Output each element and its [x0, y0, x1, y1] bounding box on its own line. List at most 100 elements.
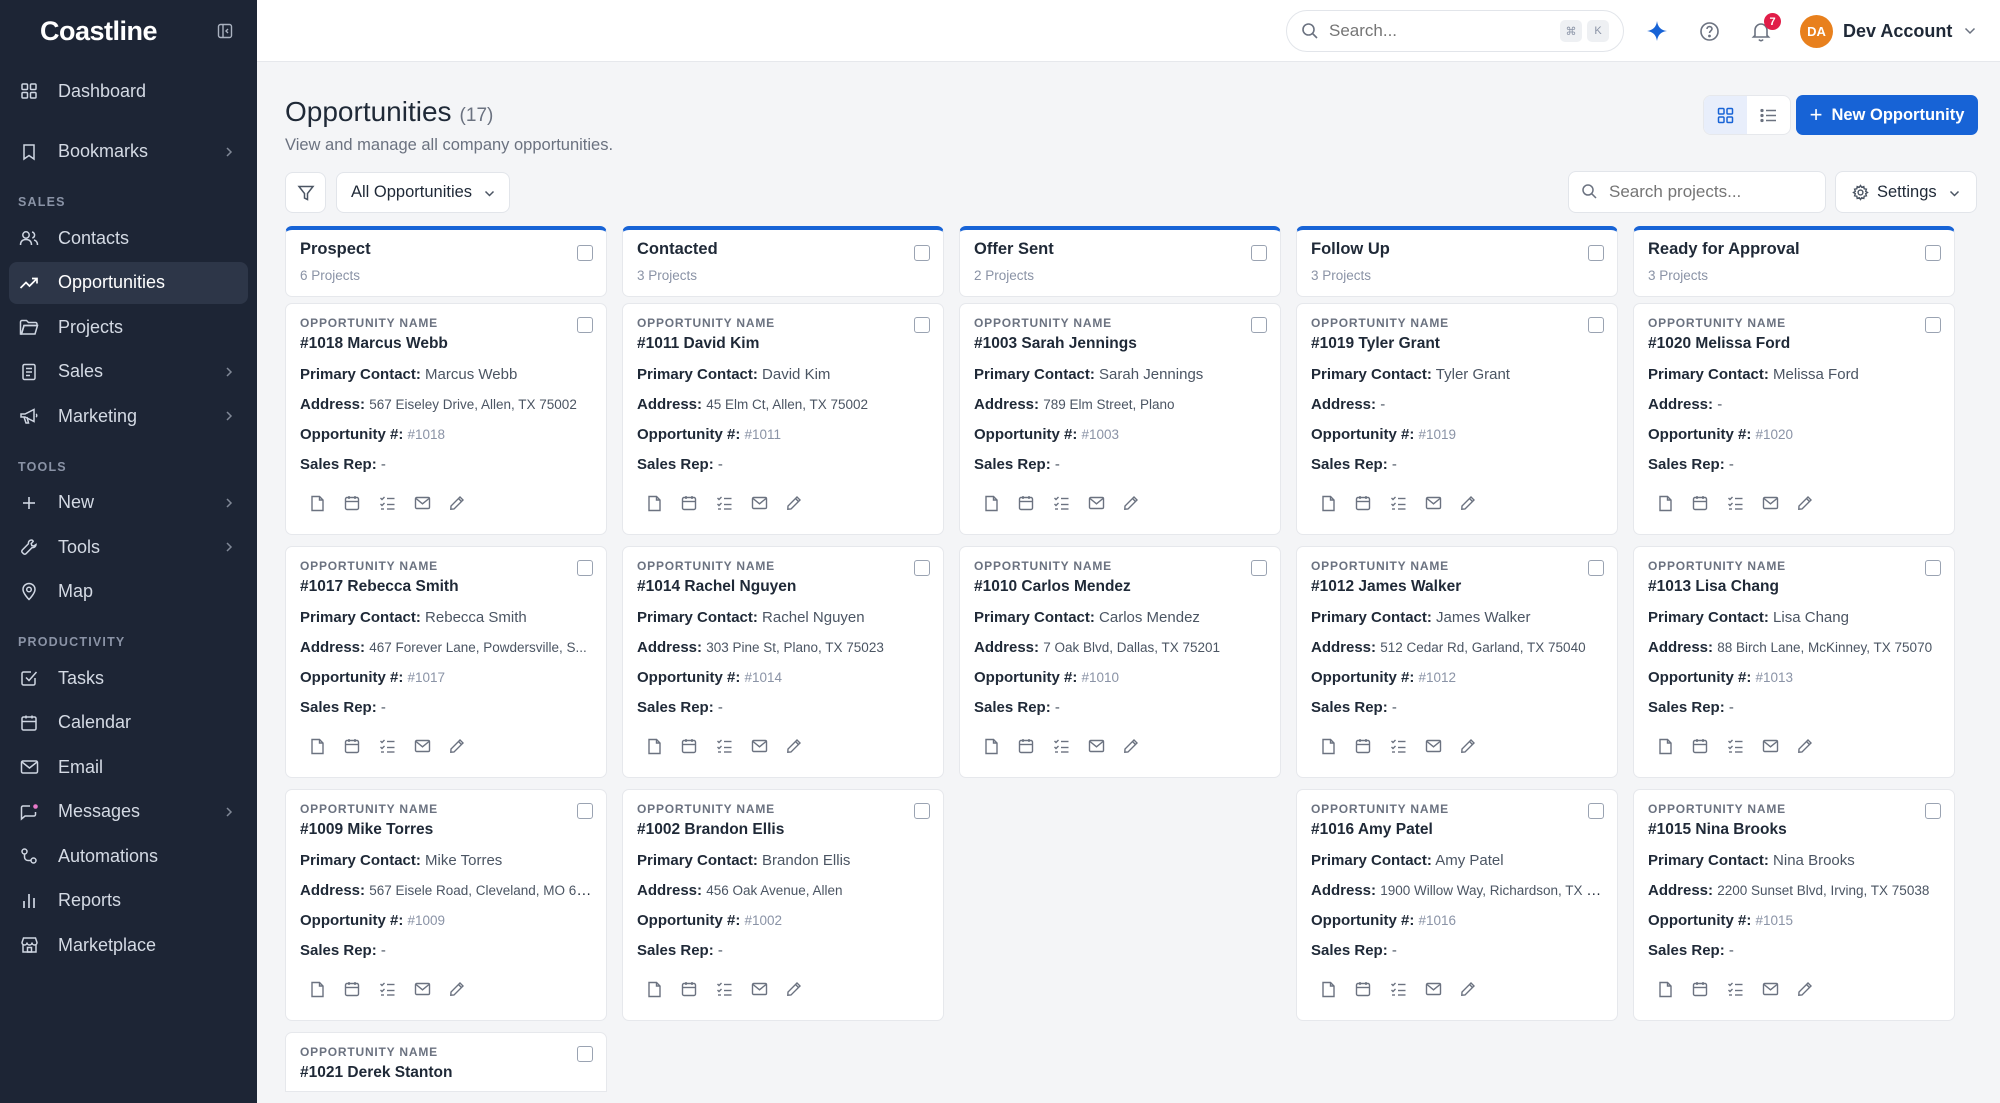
opportunity-name[interactable]: #1016 Amy Patel: [1311, 821, 1603, 839]
document-icon[interactable]: [308, 494, 326, 512]
opportunity-card[interactable]: OPPORTUNITY NAME #1021 Derek Stanton: [285, 1032, 607, 1092]
checklist-icon[interactable]: [1726, 737, 1744, 755]
calendar-icon[interactable]: [343, 494, 361, 512]
opportunity-name[interactable]: #1020 Melissa Ford: [1648, 335, 1940, 353]
opportunity-card[interactable]: OPPORTUNITY NAME #1012 James Walker Prim…: [1296, 546, 1618, 778]
sidebar-item-reports[interactable]: Reports: [9, 880, 248, 922]
opportunity-card[interactable]: OPPORTUNITY NAME #1013 Lisa Chang Primar…: [1633, 546, 1955, 778]
sidebar-item-tasks[interactable]: Tasks: [9, 657, 248, 699]
opportunity-name[interactable]: #1013 Lisa Chang: [1648, 578, 1940, 596]
checklist-icon[interactable]: [715, 737, 733, 755]
document-icon[interactable]: [982, 494, 1000, 512]
opportunity-filter-select[interactable]: All Opportunities: [336, 172, 510, 213]
new-opportunity-button[interactable]: + New Opportunity: [1796, 95, 1978, 135]
opportunity-card[interactable]: OPPORTUNITY NAME #1014 Rachel Nguyen Pri…: [622, 546, 944, 778]
card-select-checkbox[interactable]: [1588, 560, 1604, 576]
sidebar-item-email[interactable]: Email: [9, 746, 248, 788]
opportunity-name[interactable]: #1015 Nina Brooks: [1648, 821, 1940, 839]
filter-button[interactable]: [285, 172, 326, 213]
card-select-checkbox[interactable]: [1251, 560, 1267, 576]
calendar-icon[interactable]: [1354, 980, 1372, 998]
mail-icon[interactable]: [1761, 494, 1779, 512]
sidebar-item-marketing[interactable]: Marketing: [9, 395, 248, 437]
card-select-checkbox[interactable]: [577, 803, 593, 819]
card-select-checkbox[interactable]: [577, 1046, 593, 1062]
sidebar-item-marketplace[interactable]: Marketplace: [9, 924, 248, 966]
mail-icon[interactable]: [1424, 494, 1442, 512]
calendar-icon[interactable]: [343, 737, 361, 755]
pencil-icon[interactable]: [1796, 980, 1814, 998]
opportunity-card[interactable]: OPPORTUNITY NAME #1018 Marcus Webb Prima…: [285, 303, 607, 535]
document-icon[interactable]: [1656, 737, 1674, 755]
calendar-icon[interactable]: [1691, 980, 1709, 998]
checklist-icon[interactable]: [1726, 494, 1744, 512]
column-select-checkbox[interactable]: [577, 245, 593, 261]
pencil-icon[interactable]: [1122, 737, 1140, 755]
mail-icon[interactable]: [413, 494, 431, 512]
opportunity-card[interactable]: OPPORTUNITY NAME #1009 Mike Torres Prima…: [285, 789, 607, 1021]
card-select-checkbox[interactable]: [914, 560, 930, 576]
opportunity-card[interactable]: OPPORTUNITY NAME #1015 Nina Brooks Prima…: [1633, 789, 1955, 1021]
pencil-icon[interactable]: [448, 494, 466, 512]
pencil-icon[interactable]: [1122, 494, 1140, 512]
checklist-icon[interactable]: [1052, 737, 1070, 755]
grid-view-button[interactable]: [1704, 96, 1747, 134]
opportunity-name[interactable]: #1021 Derek Stanton: [300, 1064, 592, 1082]
calendar-icon[interactable]: [343, 980, 361, 998]
opportunity-card[interactable]: OPPORTUNITY NAME #1002 Brandon Ellis Pri…: [622, 789, 944, 1021]
card-select-checkbox[interactable]: [577, 317, 593, 333]
calendar-icon[interactable]: [1691, 494, 1709, 512]
checklist-icon[interactable]: [1389, 737, 1407, 755]
mail-icon[interactable]: [750, 980, 768, 998]
document-icon[interactable]: [308, 737, 326, 755]
card-select-checkbox[interactable]: [1925, 317, 1941, 333]
calendar-icon[interactable]: [1691, 737, 1709, 755]
opportunity-name[interactable]: #1019 Tyler Grant: [1311, 335, 1603, 353]
column-select-checkbox[interactable]: [1925, 245, 1941, 261]
opportunity-card[interactable]: OPPORTUNITY NAME #1011 David Kim Primary…: [622, 303, 944, 535]
document-icon[interactable]: [1656, 980, 1674, 998]
sidebar-item-calendar[interactable]: Calendar: [9, 702, 248, 744]
opportunity-card[interactable]: OPPORTUNITY NAME #1016 Amy Patel Primary…: [1296, 789, 1618, 1021]
mail-icon[interactable]: [1087, 737, 1105, 755]
pencil-icon[interactable]: [1796, 737, 1814, 755]
mail-icon[interactable]: [750, 737, 768, 755]
list-view-button[interactable]: [1747, 96, 1790, 134]
checklist-icon[interactable]: [378, 494, 396, 512]
pencil-icon[interactable]: [448, 980, 466, 998]
pencil-icon[interactable]: [785, 494, 803, 512]
opportunity-name[interactable]: #1012 James Walker: [1311, 578, 1603, 596]
sidebar-collapse-icon[interactable]: [215, 21, 235, 41]
checklist-icon[interactable]: [1052, 494, 1070, 512]
opportunity-name[interactable]: #1003 Sarah Jennings: [974, 335, 1266, 353]
opportunity-name[interactable]: #1010 Carlos Mendez: [974, 578, 1266, 596]
document-icon[interactable]: [982, 737, 1000, 755]
card-select-checkbox[interactable]: [1588, 317, 1604, 333]
opportunity-name[interactable]: #1014 Rachel Nguyen: [637, 578, 929, 596]
opportunity-card[interactable]: OPPORTUNITY NAME #1003 Sarah Jennings Pr…: [959, 303, 1281, 535]
column-select-checkbox[interactable]: [1251, 245, 1267, 261]
settings-button[interactable]: Settings: [1835, 171, 1977, 213]
document-icon[interactable]: [645, 980, 663, 998]
calendar-icon[interactable]: [680, 737, 698, 755]
pencil-icon[interactable]: [1459, 737, 1477, 755]
card-select-checkbox[interactable]: [1251, 317, 1267, 333]
checklist-icon[interactable]: [1726, 980, 1744, 998]
checklist-icon[interactable]: [715, 980, 733, 998]
project-search-input[interactable]: [1609, 182, 1809, 202]
mail-icon[interactable]: [413, 737, 431, 755]
document-icon[interactable]: [645, 494, 663, 512]
sidebar-item-opportunities[interactable]: Opportunities: [9, 261, 248, 304]
opportunity-name[interactable]: #1018 Marcus Webb: [300, 335, 592, 353]
checklist-icon[interactable]: [1389, 494, 1407, 512]
opportunity-card[interactable]: OPPORTUNITY NAME #1019 Tyler Grant Prima…: [1296, 303, 1618, 535]
sidebar-item-messages[interactable]: Messages: [9, 791, 248, 833]
checklist-icon[interactable]: [378, 980, 396, 998]
opportunity-name[interactable]: #1002 Brandon Ellis: [637, 821, 929, 839]
card-select-checkbox[interactable]: [914, 317, 930, 333]
mail-icon[interactable]: [1761, 737, 1779, 755]
sidebar-item-new[interactable]: New: [9, 482, 248, 524]
document-icon[interactable]: [645, 737, 663, 755]
calendar-icon[interactable]: [1017, 494, 1035, 512]
project-search[interactable]: [1568, 171, 1826, 213]
